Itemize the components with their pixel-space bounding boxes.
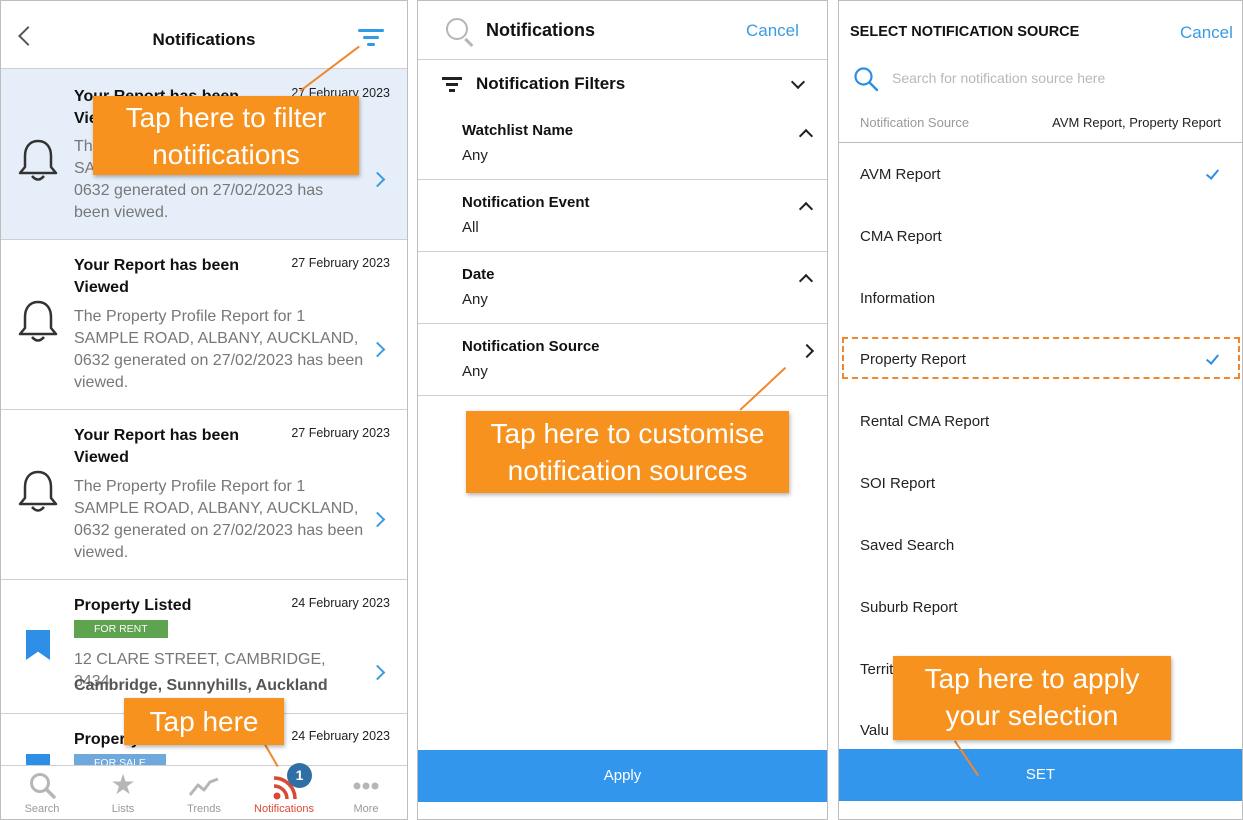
source-value: AVM Report, Property Report (1052, 115, 1221, 130)
option-label: SOI Report (860, 475, 936, 492)
filter-notification-event[interactable]: Notification Event All (418, 180, 827, 252)
notification-date: 24 February 2023 (291, 729, 390, 743)
notification-body: The Property Profile Report for 1 SAMPLE… (74, 478, 364, 561)
notification-date: 27 February 2023 (291, 426, 390, 440)
notification-locality: Cambridge, Sunnyhills, Auckland (74, 677, 328, 694)
tab-trends[interactable]: Trends (164, 766, 244, 819)
notification-body: The Property Profile Report for 1 SAMPLE… (74, 308, 364, 391)
option-cma-report[interactable]: CMA Report (839, 217, 1242, 257)
filter-label: Notification Source (462, 338, 600, 355)
filter-date[interactable]: Date Any (418, 252, 827, 324)
option-label: Information (860, 290, 936, 307)
filter-callout: Tap here to filter notifications (93, 96, 359, 175)
filters-section-header[interactable]: Notification Filters (418, 61, 827, 109)
more-icon (353, 782, 379, 790)
highlight-box (842, 337, 1240, 379)
apply-button[interactable]: Apply (418, 750, 827, 802)
page-title: Notifications (152, 30, 256, 49)
option-information[interactable]: Information (839, 279, 1242, 319)
option-suburb-report[interactable]: Suburb Report (839, 588, 1242, 628)
apply-callout: Tap here to apply your selection (893, 656, 1171, 740)
chevron-up-icon (798, 201, 814, 217)
customise-callout: Tap here to customise notification sourc… (466, 411, 789, 493)
list-item[interactable]: Your Report has been Viewed 27 February … (1, 410, 407, 580)
header: Notifications (1, 1, 407, 69)
bookmark-icon (26, 630, 50, 660)
page-title: SELECT NOTIFICATION SOURCE (850, 24, 1080, 40)
notification-filters-screen: Notifications Cancel Notification Filter… (417, 0, 828, 820)
selected-sources: Notification Source AVM Report, Property… (839, 112, 1242, 143)
bell-icon (18, 139, 58, 181)
trends-icon (188, 777, 219, 796)
filter-value: Any (462, 147, 488, 164)
notification-title: Your Report has been Viewed (74, 427, 240, 466)
filter-label: Notification Event (462, 194, 590, 211)
option-soi-report[interactable]: SOI Report (839, 464, 1242, 504)
chevron-right-icon (369, 664, 386, 681)
filter-icon (442, 77, 462, 92)
option-label: Saved Search (860, 537, 955, 554)
tab-label: Notifications (254, 803, 314, 815)
source-label: Notification Source (860, 115, 970, 130)
page-title: Notifications (486, 20, 596, 40)
filter-value: All (462, 219, 479, 236)
option-saved-search[interactable]: Saved Search (839, 526, 1242, 566)
bell-icon (18, 300, 58, 342)
checkmark-icon (1205, 166, 1220, 180)
option-label: Territ (860, 661, 894, 678)
option-label: Suburb Report (860, 599, 958, 616)
cancel-button[interactable]: Cancel (746, 21, 799, 41)
tab-search[interactable]: Search (2, 766, 82, 819)
notification-date: 27 February 2023 (291, 256, 390, 270)
list-item[interactable]: Your Report has been Viewed 27 February … (1, 240, 407, 410)
tab-label: More (353, 803, 379, 815)
search-input[interactable]: Search for notification source here (892, 70, 1105, 86)
filter-label: Date (462, 266, 495, 283)
notification-title: Your Report has been Viewed (74, 257, 240, 296)
filter-value: Any (462, 363, 488, 380)
chevron-right-icon (369, 341, 386, 358)
star-icon: ★ (110, 769, 136, 800)
status-badge: FOR RENT (74, 620, 168, 638)
bell-icon (18, 470, 58, 512)
tab-label: Search (24, 803, 60, 815)
search-icon (854, 67, 879, 92)
chevron-right-icon (799, 343, 815, 359)
option-avm-report[interactable]: AVM Report (839, 155, 1242, 195)
option-label: Rental CMA Report (860, 413, 990, 430)
tab-more[interactable]: More (326, 766, 406, 819)
filters-title: Notification Filters (476, 74, 626, 93)
tab-notifications[interactable]: Notifications (244, 766, 324, 819)
option-rental-cma-report[interactable]: Rental CMA Report (839, 402, 1242, 442)
notification-count-badge: 1 (287, 763, 312, 788)
chevron-up-icon (798, 128, 814, 144)
header: Notifications Cancel (418, 1, 827, 60)
tab-lists[interactable]: ★ Lists (83, 766, 163, 819)
notification-date: 24 February 2023 (291, 596, 390, 610)
option-label: CMA Report (860, 228, 942, 245)
notification-title: Property Listed (74, 597, 192, 614)
tab-label: Trends (187, 803, 221, 815)
chevron-right-icon (369, 171, 386, 188)
chevron-right-icon (369, 511, 386, 528)
list-item[interactable]: Property Listed 24 February 2023 FOR REN… (1, 580, 407, 714)
tap-callout: Tap here (124, 698, 284, 745)
chevron-up-icon (798, 273, 814, 289)
filter-value: Any (462, 291, 488, 308)
search-icon[interactable] (446, 18, 468, 40)
filter-watchlist-name[interactable]: Watchlist Name Any (418, 108, 827, 180)
cancel-button[interactable]: Cancel (1180, 23, 1233, 43)
option-label: AVM Report (860, 166, 941, 183)
tab-label: Lists (111, 803, 135, 815)
option-label: Valu (860, 722, 889, 739)
filter-label: Watchlist Name (462, 122, 574, 139)
chevron-down-icon (790, 74, 806, 90)
set-button[interactable]: SET (839, 749, 1242, 801)
tab-bar: Search ★ Lists Trends Notifications More (1, 765, 407, 819)
search-icon (30, 773, 56, 799)
filter-icon[interactable] (358, 29, 384, 47)
